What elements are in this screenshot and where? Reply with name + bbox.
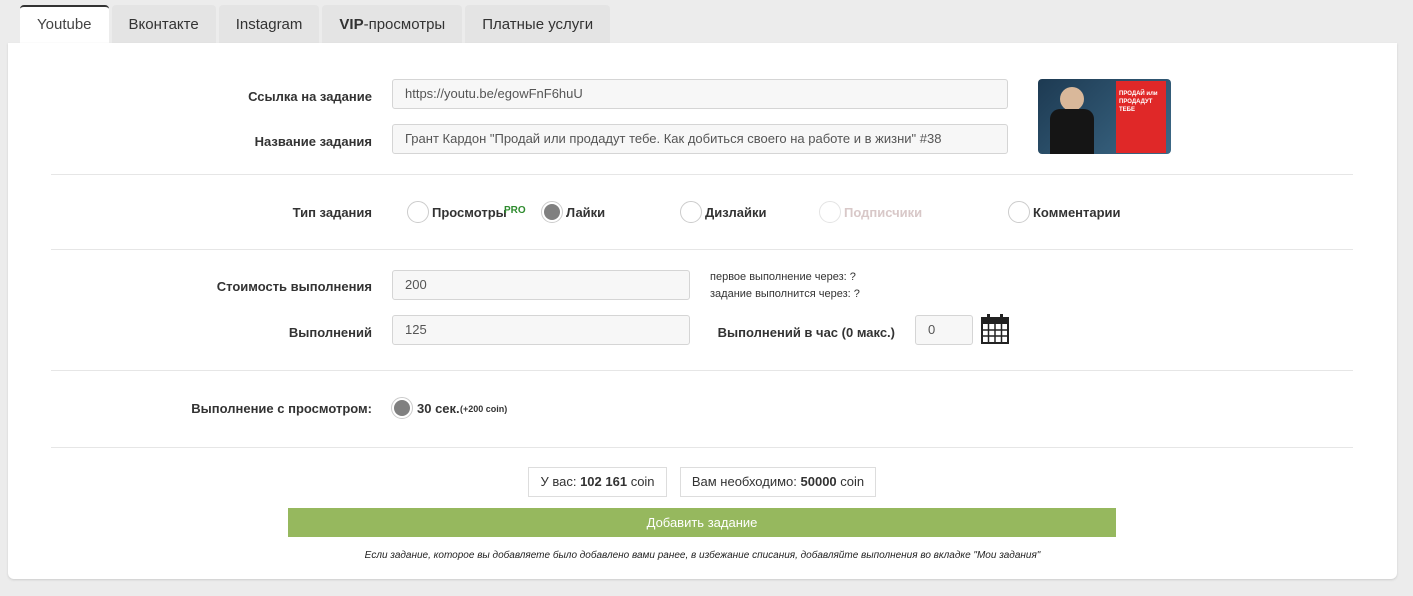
per-hour-label: Выполнений в час (0 макс.) [717, 325, 895, 340]
task-done-text: задание выполнится через: ? [710, 288, 860, 300]
tab-vip-bold: VIP [339, 16, 364, 33]
required-prefix: Вам необходимо: [691, 474, 797, 489]
count-label: Выполнений [288, 325, 372, 340]
radio-dislikes-label: Дизлайки [705, 205, 767, 220]
first-exec-text: первое выполнение через: ? [710, 271, 856, 283]
radio-subscribers-label: Подписчики [844, 205, 923, 220]
tab-bar: Youtube Вконтакте Instagram VIP-просмотр… [20, 5, 613, 43]
tab-vkontakte[interactable]: Вконтакте [111, 5, 216, 43]
add-task-button[interactable]: Добавить задание [288, 508, 1116, 537]
view-bonus: (+200 coin) [460, 404, 508, 414]
link-label: Ссылка на задание [248, 89, 372, 104]
radio-views[interactable] [407, 201, 429, 223]
per-hour-input[interactable]: 0 [915, 315, 973, 345]
radio-subscribers[interactable] [819, 201, 841, 223]
balance-box: У вас: 102 161 coin [528, 467, 667, 497]
book-title: ПРОДАЙ или ПРОДАДУТ ТЕБЕ [1119, 91, 1158, 113]
pro-badge: PRO [504, 205, 526, 216]
name-input[interactable]: Грант Кардон "Продай или продадут тебе. … [392, 124, 1008, 154]
tab-youtube[interactable]: Youtube [20, 5, 109, 43]
divider [51, 447, 1353, 448]
link-input[interactable]: https://youtu.be/egowFnF6huU [392, 79, 1008, 109]
required-unit: coin [840, 474, 865, 489]
tab-vip-label: -просмотры [363, 16, 446, 33]
radio-comments[interactable] [1008, 201, 1030, 223]
calendar-icon[interactable] [981, 314, 1009, 344]
radio-likes[interactable] [541, 201, 563, 223]
balance-unit: coin [630, 474, 655, 489]
tab-paid-services[interactable]: Платные услуги [465, 5, 611, 43]
divider [51, 249, 1353, 250]
task-form-panel: Ссылка на задание https://youtu.be/egowF… [8, 43, 1397, 579]
radio-view-30s[interactable] [391, 397, 413, 419]
video-thumbnail: ПРОДАЙ или ПРОДАДУТ ТЕБЕ [1038, 79, 1171, 154]
divider [51, 174, 1353, 175]
info-note: Если задание, которое вы добавляете было… [364, 550, 1041, 561]
required-box: Вам необходимо: 50000 coin [680, 467, 876, 497]
divider [51, 370, 1353, 371]
tab-vip-views[interactable]: VIP-просмотры [322, 5, 463, 43]
cost-label: Стоимость выполнения [216, 279, 372, 294]
radio-views-label: Просмотры [432, 205, 507, 220]
radio-dislikes[interactable] [680, 201, 702, 223]
balance-prefix: У вас: [540, 474, 577, 489]
cost-input[interactable]: 200 [392, 270, 690, 300]
view-option-label: 30 сек. [417, 401, 460, 416]
required-value: 50000 [800, 474, 837, 489]
type-label: Тип задания [292, 205, 372, 220]
balance-value: 102 161 [580, 474, 628, 489]
name-label: Название задания [254, 134, 372, 149]
tab-instagram[interactable]: Instagram [218, 5, 320, 43]
person-head [1060, 87, 1084, 111]
view-label: Выполнение с просмотром: [191, 401, 372, 416]
radio-likes-label: Лайки [566, 205, 606, 220]
book-cover: ПРОДАЙ или ПРОДАДУТ ТЕБЕ [1116, 81, 1166, 153]
person-body [1050, 109, 1094, 154]
radio-comments-label: Комментарии [1033, 205, 1121, 220]
